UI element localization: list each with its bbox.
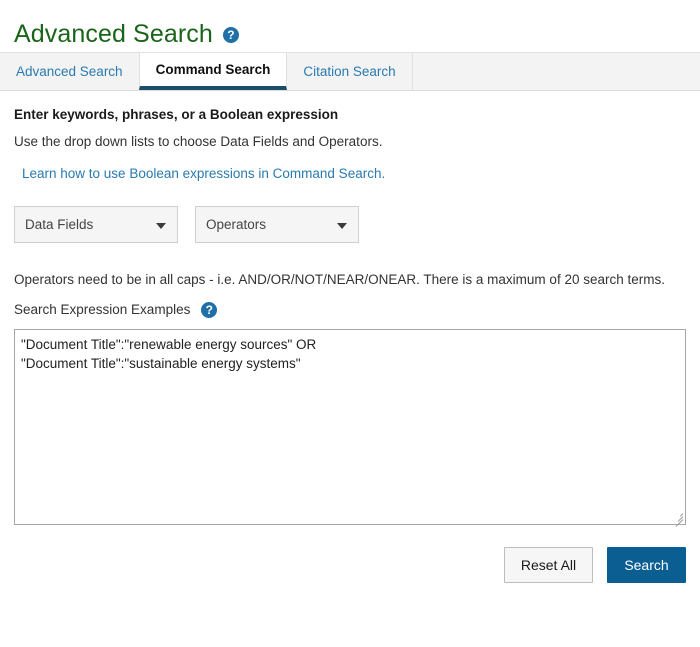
search-form: Enter keywords, phrases, or a Boolean ex… — [0, 107, 700, 583]
tab-label: Advanced Search — [16, 64, 123, 79]
page-header: Advanced Search ? — [0, 0, 700, 52]
tab-advanced-search[interactable]: Advanced Search — [0, 53, 139, 90]
tab-label: Command Search — [155, 62, 271, 77]
reset-all-button[interactable]: Reset All — [504, 547, 593, 583]
operators-select-label: Operators — [206, 217, 267, 232]
data-fields-select-label: Data Fields — [25, 217, 94, 232]
search-expression-examples: Search Expression Examples ? — [14, 301, 686, 318]
chevron-down-icon — [156, 222, 166, 229]
dropdown-row: Data Fields Operators — [14, 206, 686, 243]
tab-bar: Advanced Search Command Search Citation … — [0, 52, 700, 91]
tab-divider — [411, 53, 413, 90]
boolean-help-link[interactable]: Learn how to use Boolean expressions in … — [22, 166, 385, 181]
search-button[interactable]: Search — [607, 547, 686, 583]
operators-select[interactable]: Operators — [195, 206, 359, 243]
data-fields-select[interactable]: Data Fields — [14, 206, 178, 243]
operators-note: Operators need to be in all caps - i.e. … — [14, 272, 665, 287]
instructions-heading: Enter keywords, phrases, or a Boolean ex… — [14, 107, 339, 122]
tab-command-search[interactable]: Command Search — [138, 53, 288, 90]
tab-label: Citation Search — [303, 64, 396, 79]
page-title: Advanced Search — [14, 19, 213, 48]
query-field-wrapper — [14, 329, 686, 527]
instructions-subtext: Use the drop down lists to choose Data F… — [14, 134, 383, 149]
chevron-down-icon — [337, 222, 347, 229]
query-textarea[interactable] — [14, 329, 686, 525]
help-circle-icon[interactable]: ? — [222, 27, 239, 43]
advanced-search-page: Advanced Search ? Advanced Search Comman… — [0, 0, 700, 647]
form-actions: Reset All Search — [14, 547, 686, 583]
search-expression-examples-label: Search Expression Examples — [14, 301, 191, 317]
tab-citation-search[interactable]: Citation Search — [287, 53, 411, 90]
help-circle-icon[interactable]: ? — [201, 302, 218, 318]
